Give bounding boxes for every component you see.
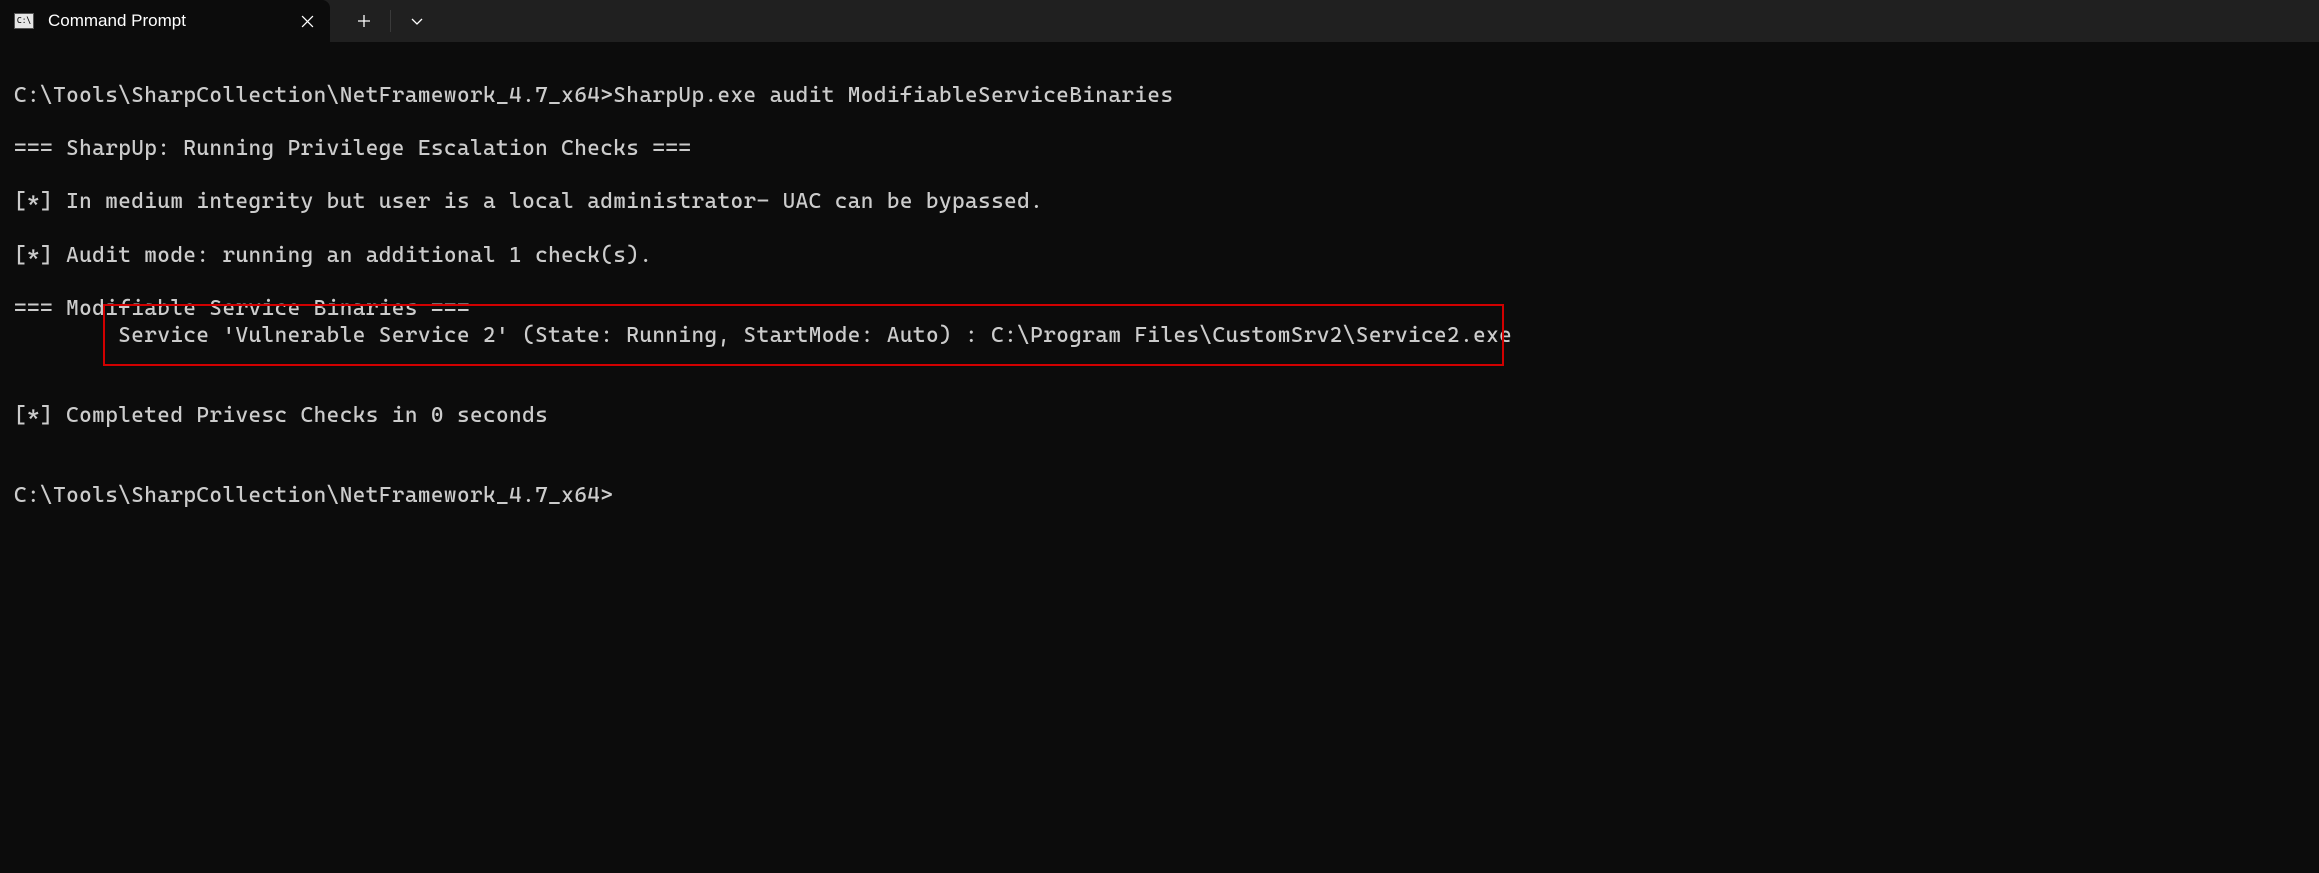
prompt-line-2: C:\Tools\SharpCollection\NetFramework_4.… bbox=[14, 483, 613, 508]
output-integrity: [*] In medium integrity but user is a lo… bbox=[14, 189, 1043, 214]
separator bbox=[390, 10, 391, 32]
tab-command-prompt[interactable]: C:\ Command Prompt bbox=[0, 0, 330, 42]
tab-title: Command Prompt bbox=[48, 11, 284, 31]
output-audit-mode: [*] Audit mode: running an additional 1 … bbox=[14, 243, 652, 268]
titlebar: C:\ Command Prompt bbox=[0, 0, 2319, 42]
tab-dropdown-button[interactable] bbox=[393, 0, 441, 42]
close-tab-button[interactable] bbox=[298, 12, 316, 30]
prompt-line: C:\Tools\SharpCollection\NetFramework_4.… bbox=[14, 83, 1173, 108]
command-prompt-icon: C:\ bbox=[14, 13, 34, 29]
output-section-header: === Modifiable Service Binaries === bbox=[14, 296, 470, 321]
titlebar-buttons bbox=[330, 0, 441, 42]
output-completed: [*] Completed Privesc Checks in 0 second… bbox=[14, 403, 548, 428]
new-tab-button[interactable] bbox=[340, 0, 388, 42]
terminal-output[interactable]: C:\Tools\SharpCollection\NetFramework_4.… bbox=[0, 42, 2319, 550]
output-service-result: Service 'Vulnerable Service 2' (State: R… bbox=[14, 323, 1512, 348]
output-header: === SharpUp: Running Privilege Escalatio… bbox=[14, 136, 691, 161]
